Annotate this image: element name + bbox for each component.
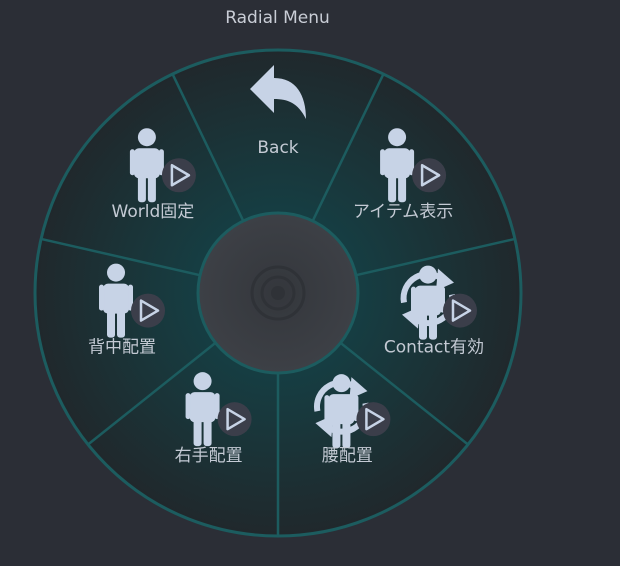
submenu-play-icon bbox=[442, 293, 477, 328]
menu-item-label: Back bbox=[257, 138, 298, 158]
menu-item-label: World固定 bbox=[112, 202, 195, 222]
submenu-play-icon bbox=[412, 158, 447, 193]
menu-item-label: Contact有効 bbox=[384, 338, 484, 358]
submenu-play-icon bbox=[131, 293, 166, 328]
menu-item-label: 右手配置 bbox=[175, 446, 243, 466]
submenu-play-icon bbox=[356, 402, 391, 437]
center-dot bbox=[271, 286, 285, 300]
menu-item-label: 背中配置 bbox=[88, 338, 156, 358]
radial-menu: Back アイテム表示 Contact有効腰配置 右手配置 背中配置 World固定 bbox=[33, 48, 523, 538]
menu-item-label: アイテム表示 bbox=[353, 202, 453, 222]
menu-item-label: 腰配置 bbox=[322, 446, 373, 466]
submenu-play-icon bbox=[161, 158, 196, 193]
submenu-play-icon bbox=[217, 402, 252, 437]
